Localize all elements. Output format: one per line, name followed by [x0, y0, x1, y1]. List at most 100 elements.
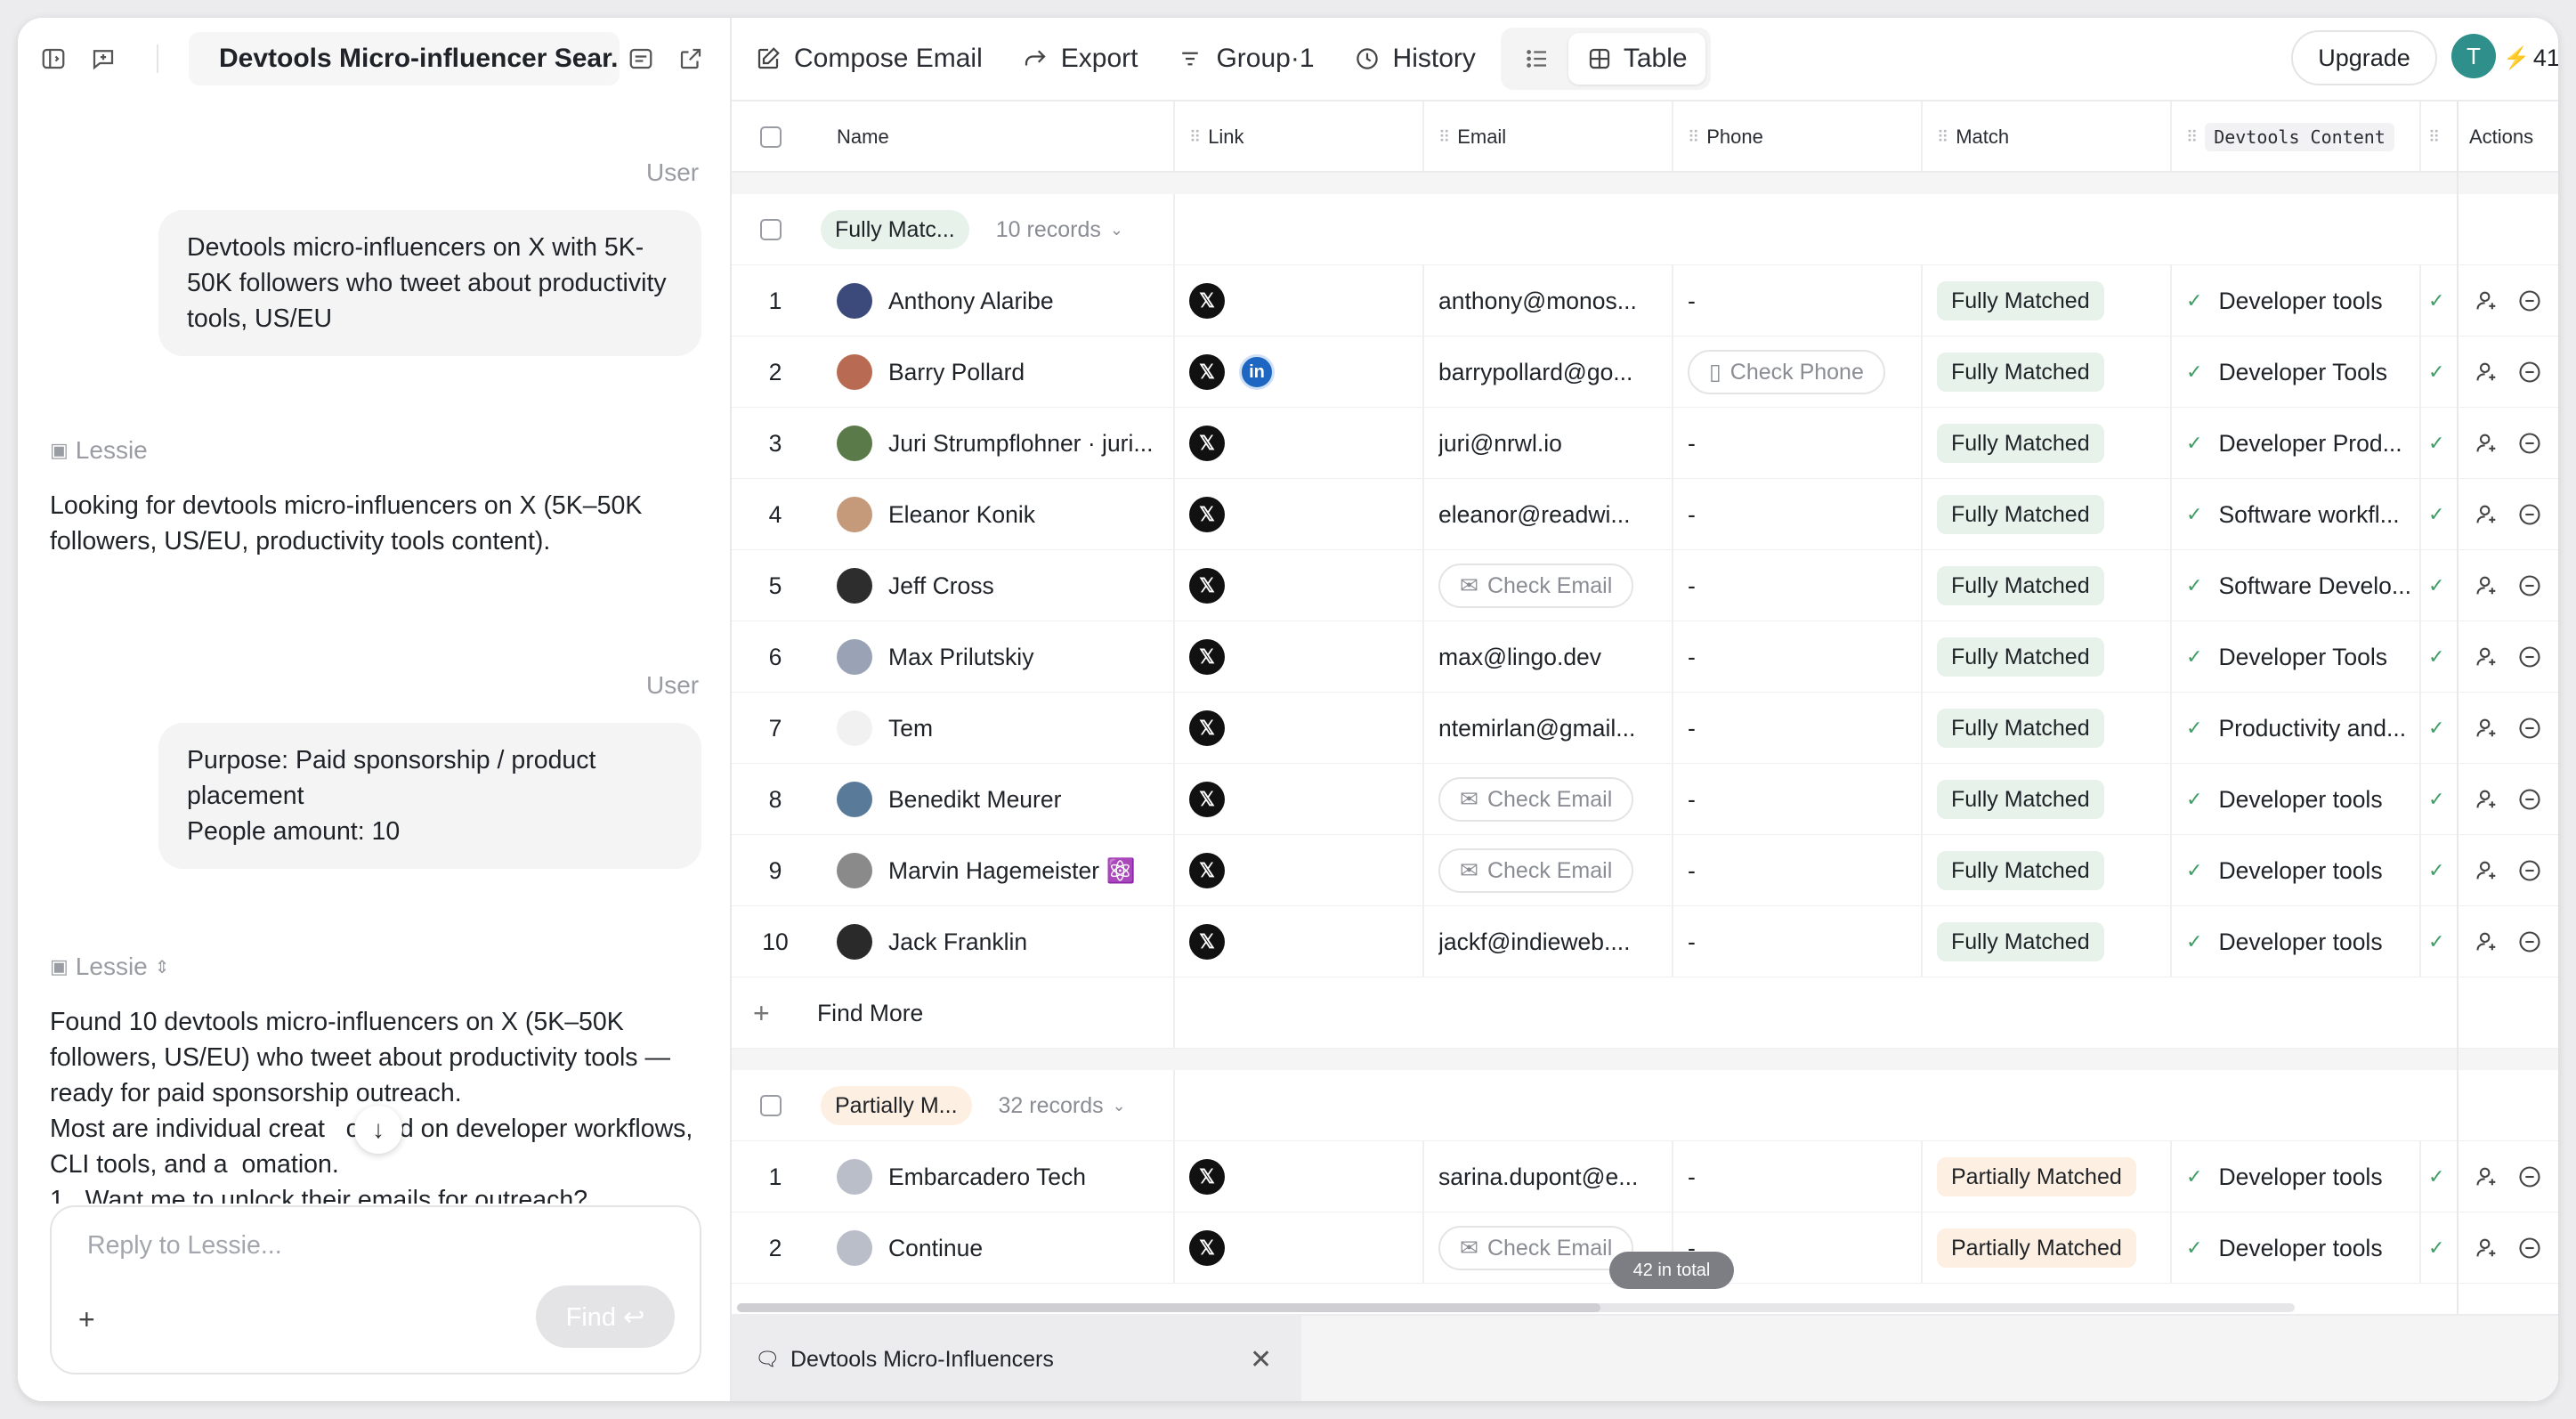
table-row[interactable]: 4 Eleanor Konik 𝕏 eleanor@readwi... - Fu…: [732, 479, 2558, 550]
group-label-partially-matched[interactable]: Partially M...: [821, 1086, 972, 1125]
remove-icon[interactable]: [2517, 1164, 2542, 1189]
reply-input[interactable]: [85, 1230, 668, 1261]
x-twitter-icon[interactable]: 𝕏: [1189, 710, 1225, 746]
x-twitter-icon[interactable]: 𝕏: [1189, 283, 1225, 319]
x-twitter-icon[interactable]: 𝕏: [1189, 1230, 1225, 1266]
add-contact-icon[interactable]: [2475, 858, 2499, 883]
x-twitter-icon[interactable]: 𝕏: [1189, 853, 1225, 888]
table-row[interactable]: 6 Max Prilutskiy 𝕏 max@lingo.dev - Fully…: [732, 621, 2558, 693]
email-cell[interactable]: juri@nrwl.io: [1438, 408, 1661, 479]
export-button[interactable]: Export: [1022, 44, 1138, 74]
group-records-dropdown[interactable]: 10 records ⌄: [996, 217, 1123, 243]
drag-handle-icon[interactable]: ⠿: [1438, 128, 1450, 147]
content-cell[interactable]: ✓ Developer tools: [2186, 1212, 2414, 1284]
header-match[interactable]: ⠿ Match: [1937, 101, 2159, 173]
header-link[interactable]: ⠿ Link: [1189, 101, 1412, 173]
remove-icon[interactable]: [2517, 502, 2542, 527]
name-cell[interactable]: Jack Franklin: [837, 906, 1168, 977]
check-email-button[interactable]: ✉ Check Email: [1438, 777, 1634, 822]
add-contact-icon[interactable]: [2475, 929, 2499, 954]
content-cell[interactable]: ✓ Developer Prod...: [2186, 408, 2414, 479]
content-cell[interactable]: ✓ Software workfl...: [2186, 479, 2414, 550]
table-row[interactable]: 10 Jack Franklin 𝕏 jackf@indieweb.... - …: [732, 906, 2558, 977]
add-contact-icon[interactable]: [2475, 573, 2499, 598]
x-twitter-icon[interactable]: 𝕏: [1189, 426, 1225, 461]
history-button[interactable]: History: [1354, 44, 1476, 74]
check-phone-button[interactable]: ▯ Check Phone: [1688, 350, 1885, 394]
select-all-checkbox[interactable]: [760, 126, 782, 148]
x-twitter-icon[interactable]: 𝕏: [1189, 1159, 1225, 1195]
group-checkbox[interactable]: [760, 1095, 782, 1116]
table-view-toggle[interactable]: Table: [1567, 33, 1705, 85]
content-cell[interactable]: ✓ Developer tools: [2186, 906, 2414, 977]
content-cell[interactable]: ✓ Developer tools: [2186, 265, 2414, 337]
add-contact-icon[interactable]: [2475, 431, 2499, 456]
content-cell[interactable]: ✓ Software Develo...: [2186, 550, 2414, 621]
table-row[interactable]: 3 Juri Strumpflohner · juri... 𝕏 juri@nr…: [732, 408, 2558, 479]
horizontal-scrollbar[interactable]: [737, 1303, 2295, 1312]
x-twitter-icon[interactable]: 𝕏: [1189, 497, 1225, 532]
name-cell[interactable]: Barry Pollard: [837, 337, 1168, 408]
table-row[interactable]: 8 Benedikt Meurer 𝕏 ✉ Check Email - Fully…: [732, 764, 2558, 835]
x-twitter-icon[interactable]: 𝕏: [1189, 354, 1225, 390]
x-twitter-icon[interactable]: 𝕏: [1189, 568, 1225, 604]
name-cell[interactable]: Continue: [837, 1212, 1168, 1284]
add-contact-icon[interactable]: [2475, 360, 2499, 385]
group-label-fully-matched[interactable]: Fully Matc...: [821, 210, 969, 249]
new-chat-icon[interactable]: [84, 39, 123, 78]
content-cell[interactable]: ✓ Developer Tools: [2186, 621, 2414, 693]
email-cell[interactable]: sarina.dupont@e...: [1438, 1141, 1661, 1212]
table-row[interactable]: 2 Barry Pollard 𝕏 in barrypollard@go... …: [732, 337, 2558, 408]
header-extra[interactable]: ⠿: [2428, 101, 2455, 173]
add-contact-icon[interactable]: [2475, 645, 2499, 669]
name-cell[interactable]: Max Prilutskiy: [837, 621, 1168, 693]
upgrade-button[interactable]: Upgrade: [2291, 30, 2437, 85]
content-cell[interactable]: ✓ Developer tools: [2186, 1141, 2414, 1212]
table-row[interactable]: 1 Anthony Alaribe 𝕏 anthony@monos... - F…: [732, 265, 2558, 337]
content-cell[interactable]: ✓ Developer Tools: [2186, 337, 2414, 408]
remove-icon[interactable]: [2517, 645, 2542, 669]
content-cell[interactable]: ✓ Developer tools: [2186, 835, 2414, 906]
header-name[interactable]: Name: [837, 101, 1104, 173]
expand-sort-icon[interactable]: ⇕: [155, 956, 170, 978]
chat-messages[interactable]: User Devtools micro-influencers on X wit…: [18, 100, 730, 1204]
remove-icon[interactable]: [2517, 929, 2542, 954]
remove-icon[interactable]: [2517, 360, 2542, 385]
email-cell[interactable]: max@lingo.dev: [1438, 621, 1661, 693]
email-cell[interactable]: anthony@monos...: [1438, 265, 1661, 337]
x-twitter-icon[interactable]: 𝕏: [1189, 782, 1225, 817]
remove-icon[interactable]: [2517, 431, 2542, 456]
compose-email-button[interactable]: Compose Email: [755, 44, 983, 74]
name-cell[interactable]: Juri Strumpflohner · juri...: [837, 408, 1168, 479]
name-cell[interactable]: Tem: [837, 693, 1168, 764]
sidebar-toggle-icon[interactable]: [34, 39, 73, 78]
name-cell[interactable]: Eleanor Konik: [837, 479, 1168, 550]
content-cell[interactable]: ✓ Developer tools: [2186, 764, 2414, 835]
email-cell[interactable]: jackf@indieweb....: [1438, 906, 1661, 977]
find-button[interactable]: Find ↩: [536, 1285, 675, 1348]
table-row[interactable]: 1 Embarcadero Tech 𝕏 sarina.dupont@e... …: [732, 1141, 2558, 1212]
credits-counter[interactable]: ⚡ 419: [2503, 45, 2558, 72]
remove-icon[interactable]: [2517, 1236, 2542, 1261]
email-cell[interactable]: ntemirlan@gmail...: [1438, 693, 1661, 764]
chat-details-icon[interactable]: [621, 39, 660, 78]
scrollbar-thumb[interactable]: [737, 1303, 1600, 1312]
open-external-icon[interactable]: [671, 39, 710, 78]
drag-handle-icon[interactable]: ⠿: [1189, 128, 1201, 147]
add-contact-icon[interactable]: [2475, 1164, 2499, 1189]
drag-handle-icon[interactable]: ⠿: [2186, 128, 2198, 147]
user-avatar[interactable]: T: [2451, 34, 2496, 78]
attach-plus-icon[interactable]: +: [78, 1303, 95, 1336]
add-contact-icon[interactable]: [2475, 787, 2499, 812]
header-phone[interactable]: ⠿ Phone: [1688, 101, 1910, 173]
remove-icon[interactable]: [2517, 716, 2542, 741]
drag-handle-icon[interactable]: ⠿: [1688, 128, 1699, 147]
add-contact-icon[interactable]: [2475, 502, 2499, 527]
name-cell[interactable]: Benedikt Meurer: [837, 764, 1168, 835]
remove-icon[interactable]: [2517, 787, 2542, 812]
drag-handle-icon[interactable]: ⠿: [1937, 128, 1948, 147]
name-cell[interactable]: Anthony Alaribe: [837, 265, 1168, 337]
add-contact-icon[interactable]: [2475, 1236, 2499, 1261]
table-row[interactable]: 5 Jeff Cross 𝕏 ✉ Check Email - Fully Matc…: [732, 550, 2558, 621]
sheet-tab[interactable]: 🗨 Devtools Micro-Influencers ✕: [732, 1316, 1301, 1401]
